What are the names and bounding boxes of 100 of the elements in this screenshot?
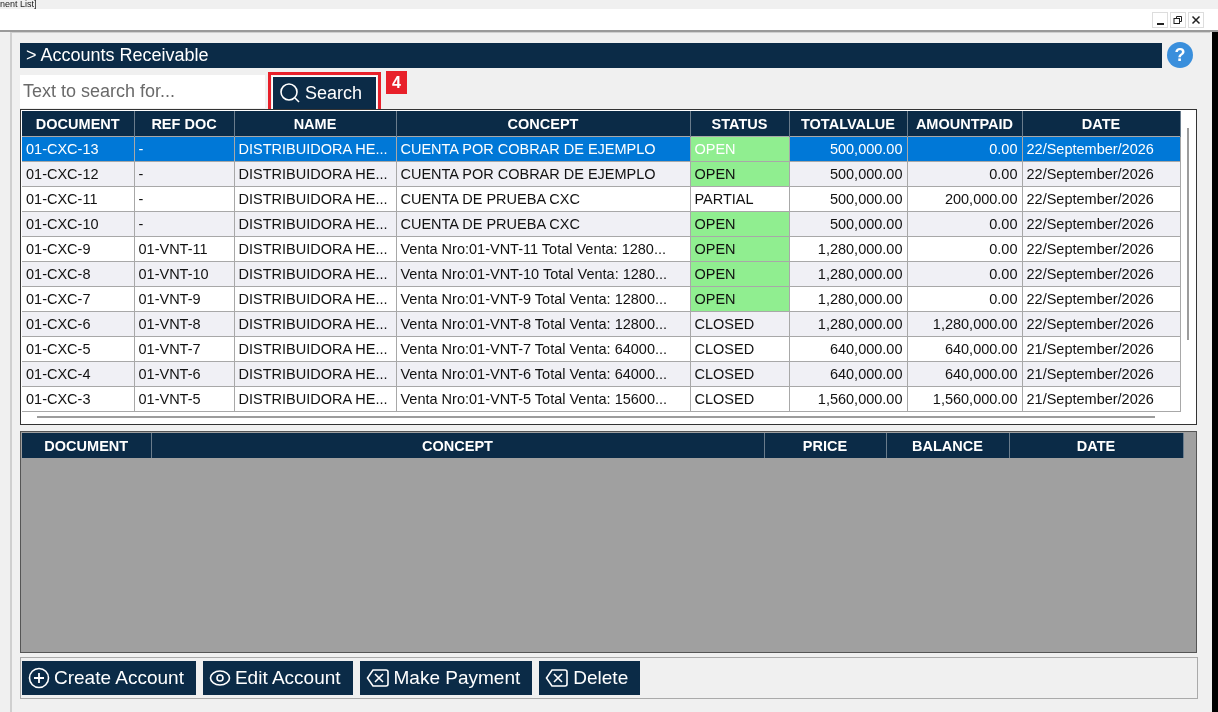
column-header[interactable]: DOCUMENT [22,111,134,137]
table-row[interactable]: 01-CXC-4 01-VNT-6 DISTRIBUIDORA HE... Venta Nro:01-VNT-6 Total Venta: 64000... CLOSED 640,000.00 640,000.00 21/September/2026 [22,361,1180,387]
status-cell: CLOSED [690,336,789,362]
table-cell: Venta Nro:01-VNT-10 Total Venta: 1280... [396,261,690,287]
table-cell: 0.00 [907,211,1022,237]
status-cell: OPEN [690,136,789,162]
table-cell: 500,000.00 [789,161,907,187]
table-cell: 0.00 [907,286,1022,312]
table-cell: 640,000.00 [907,361,1022,387]
table-cell: 01-VNT-7 [134,336,234,362]
table-cell: DISTRIBUIDORA HE... [234,286,396,312]
table-cell: 1,280,000.00 [789,236,907,262]
table-row[interactable]: 01-CXC-12 - DISTRIBUIDORA HE... CUENTA POR COBRAR DE EJEMPLO OPEN 500,000.00 0.00 22/September/2026 [22,161,1180,187]
table-cell: DISTRIBUIDORA HE... [234,161,396,187]
table-cell: DISTRIBUIDORA HE... [234,386,396,412]
table-cell: 22/September/2026 [1022,186,1180,212]
column-header[interactable]: DATE [1022,111,1180,137]
table-cell: Venta Nro:01-VNT-6 Total Venta: 64000... [396,361,690,387]
column-header[interactable]: DOCUMENT [22,433,151,458]
section-header: > Accounts Receivable [20,42,1162,68]
action-button[interactable]: Create Account [22,661,196,695]
column-header[interactable]: DATE [1009,433,1183,458]
status-cell: PARTIAL [690,186,789,212]
table-cell: 500,000.00 [789,186,907,212]
table-cell: - [134,136,234,162]
table-cell: 200,000.00 [907,186,1022,212]
column-header[interactable]: STATUS [690,111,789,137]
action-button[interactable]: Delete [539,661,641,695]
table-cell: 01-VNT-8 [134,311,234,337]
column-header[interactable]: CONCEPT [151,433,764,458]
table-cell: 21/September/2026 [1022,361,1180,387]
clear-icon [545,668,570,688]
table-cell: CUENTA POR COBRAR DE EJEMPLO [396,136,690,162]
scrollbar[interactable] [1187,128,1189,340]
table-cell: 22/September/2026 [1022,261,1180,287]
table-row[interactable]: 01-CXC-9 01-VNT-11 DISTRIBUIDORA HE... Venta Nro:01-VNT-11 Total Venta: 1280... OPEN 1,280,000.00 0.00 22/September/2026 [22,236,1180,262]
search-field[interactable]: Text to search for... [20,74,265,108]
status-cell: OPEN [690,236,789,262]
minimize-button[interactable] [1152,11,1168,28]
table-row[interactable]: 01-CXC-11 - DISTRIBUIDORA HE... CUENTA DE PRUEBA CXC PARTIAL 500,000.00 200,000.00 22/September/2026 [22,186,1180,212]
table-cell: 01-VNT-11 [134,236,234,262]
table-cell: CUENTA DE PRUEBA CXC [396,211,690,237]
column-header[interactable]: PRICE [764,433,886,458]
table-cell: DISTRIBUIDORA HE... [234,236,396,262]
table-cell: 22/September/2026 [1022,136,1180,162]
table-cell: 01-VNT-10 [134,261,234,287]
column-header[interactable]: BALANCE [886,433,1009,458]
table-cell: 21/September/2026 [1022,336,1180,362]
edit-button[interactable]: Edit Account [202,661,353,695]
table-cell: 01-VNT-6 [134,361,234,387]
table-cell: 01-CXC-5 [22,336,134,362]
status-cell: CLOSED [690,361,789,387]
table-cell: 01-CXC-8 [22,261,134,287]
table-cell: 22/September/2026 [1022,211,1180,237]
column-header[interactable]: TOTALVALUE [789,111,907,137]
table-cell: 500,000.00 [789,136,907,162]
table-cell: 01-CXC-7 [22,286,134,312]
table-cell: 22/September/2026 [1022,286,1180,312]
search-button[interactable]: Search [272,76,378,110]
column-header[interactable]: AMOUNTPAID [907,111,1022,137]
clear-icon [365,668,390,688]
table-cell: DISTRIBUIDORA HE... [234,311,396,337]
table-row[interactable]: 01-CXC-7 01-VNT-9 DISTRIBUIDORA HE... Venta Nro:01-VNT-9 Total Venta: 12800... OPEN 1,280,000.00 0.00 22/September/2026 [22,286,1180,312]
window-title: nent List] [0,0,37,9]
column-header[interactable]: REF DOC [134,111,234,137]
table-cell: 01-CXC-3 [22,386,134,412]
table-cell: DISTRIBUIDORA HE... [234,361,396,387]
table-cell: Venta Nro:01-VNT-5 Total Venta: 15600... [396,386,690,412]
restore-button[interactable] [1170,11,1186,28]
status-cell: OPEN [690,261,789,287]
table-cell: 0.00 [907,236,1022,262]
eye-icon [208,667,231,689]
table-cell: 01-CXC-9 [22,236,134,262]
question-mark: ? [1174,45,1186,65]
table-cell: CUENTA POR COBRAR DE EJEMPLO [396,161,690,187]
table-cell: 01-VNT-5 [134,386,234,412]
status-cell: OPEN [690,161,789,187]
table-row[interactable]: 01-CXC-3 01-VNT-5 DISTRIBUIDORA HE... Venta Nro:01-VNT-5 Total Venta: 15600... CLOSED 1,560,000.00 1,560,000.00 21/September/2026 [22,386,1180,412]
table-row[interactable]: 01-CXC-13 - DISTRIBUIDORA HE... CUENTA POR COBRAR DE EJEMPLO OPEN 500,000.00 0.00 22/September/2026 [22,136,1180,162]
column-header[interactable]: NAME [234,111,396,137]
minimize-icon [1156,22,1164,25]
table-row[interactable]: 01-CXC-6 01-VNT-8 DISTRIBUIDORA HE... Venta Nro:01-VNT-8 Total Venta: 12800... CLOSED 1,280,000.00 1,280,000.00 22/September/2026 [22,311,1180,337]
column-header[interactable]: CONCEPT [396,111,690,137]
table-cell: DISTRIBUIDORA HE... [234,211,396,237]
table-cell: - [134,211,234,237]
action-button[interactable]: Make Payment [359,661,533,695]
table-cell: 01-CXC-4 [22,361,134,387]
table-cell: Venta Nro:01-VNT-8 Total Venta: 12800... [396,311,690,337]
close-button[interactable] [1188,11,1204,28]
table-cell: 640,000.00 [789,361,907,387]
scrollbar[interactable] [37,416,1155,418]
table-cell: 0.00 [907,136,1022,162]
table-cell: 1,280,000.00 [789,261,907,287]
table-row[interactable]: 01-CXC-8 01-VNT-10 DISTRIBUIDORA HE... Venta Nro:01-VNT-10 Total Venta: 1280... OPEN 1,280,000.00 0.00 22/September/2026 [22,261,1180,287]
table-row[interactable]: 01-CXC-10 - DISTRIBUIDORA HE... CUENTA DE PRUEBA CXC OPEN 500,000.00 0.00 22/September/2026 [22,211,1180,237]
table-cell: DISTRIBUIDORA HE... [234,136,396,162]
table-cell: 01-CXC-13 [22,136,134,162]
table-cell: 1,280,000.00 [907,311,1022,337]
table-cell: Venta Nro:01-VNT-9 Total Venta: 12800... [396,286,690,312]
table-row[interactable]: 01-CXC-5 01-VNT-7 DISTRIBUIDORA HE... Venta Nro:01-VNT-7 Total Venta: 64000... CLOSED 640,000.00 640,000.00 21/September/2026 [22,336,1180,362]
